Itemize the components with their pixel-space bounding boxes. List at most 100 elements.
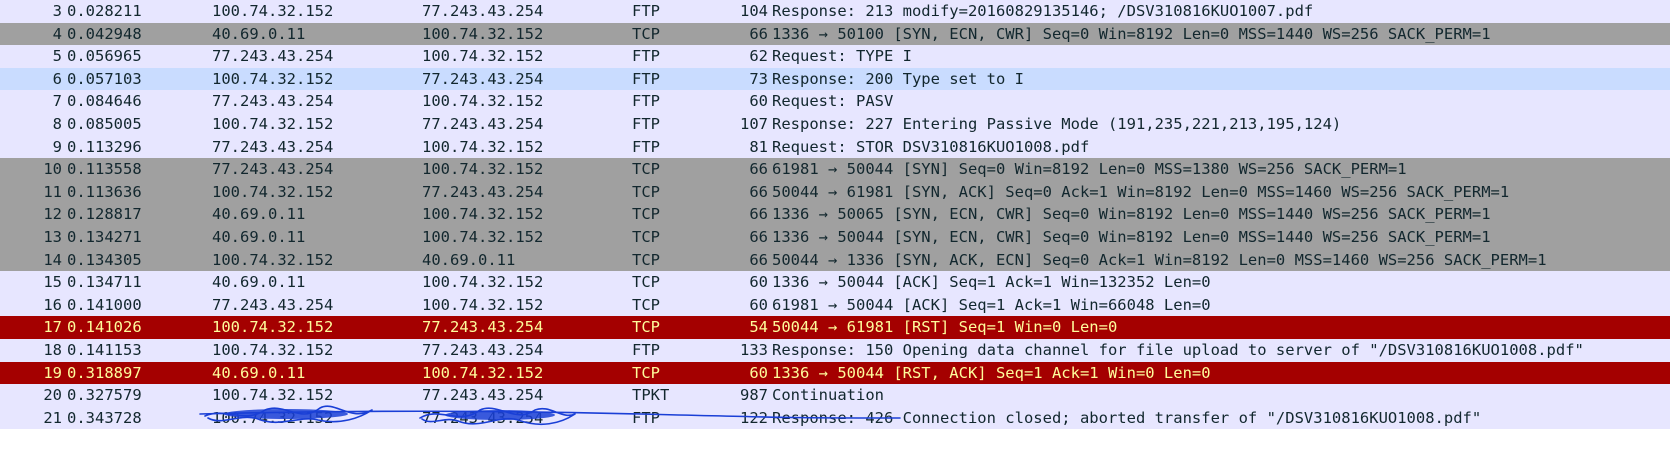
packet-number: 12 <box>43 205 62 224</box>
packet-info: 61981 → 50044 [ACK] Seq=1 Ack=1 Win=6604… <box>772 295 1211 314</box>
packet-info: Response: 426 Connection closed; aborted… <box>772 408 1482 427</box>
packet-destination: 100.74.32.152 <box>422 160 544 179</box>
packet-length: 66 <box>749 182 768 201</box>
packet-info: Request: TYPE I <box>772 47 912 66</box>
packet-info: 50044 → 61981 [SYN, ACK] Seq=0 Ack=1 Win… <box>772 182 1510 201</box>
packet-source: 40.69.0.11 <box>212 273 306 292</box>
packet-source: 77.243.43.254 <box>212 47 334 66</box>
packet-source: 40.69.0.11 <box>212 363 306 382</box>
packet-time: 0.343728 <box>67 408 142 427</box>
packet-time: 0.042948 <box>67 24 142 43</box>
packet-length: 73 <box>749 69 768 88</box>
packet-source: 100.74.32.152 <box>212 318 334 337</box>
packet-source: 100.74.32.152 <box>212 182 334 201</box>
packet-number: 5 <box>52 47 62 66</box>
packet-number: 16 <box>43 295 62 314</box>
packet-length: 66 <box>749 205 768 224</box>
packet-row[interactable]: 17 0.141026 100.74.32.152 77.243.43.254 TCP 5… <box>0 316 1670 339</box>
packet-row[interactable]: 11 0.113636 100.74.32.152 77.243.43.254 TCP 6… <box>0 180 1670 204</box>
packet-destination: 77.243.43.254 <box>422 2 544 20</box>
packet-time: 0.141026 <box>67 318 142 337</box>
packet-row[interactable]: 4 0.042948 40.69.0.11 100.74.32.152 TCP 66 133… <box>0 22 1670 46</box>
packet-source: 77.243.43.254 <box>212 160 334 179</box>
packet-number: 14 <box>43 250 62 269</box>
packet-info: Response: 200 Type set to I <box>772 69 1024 88</box>
packet-row[interactable]: 10 0.113558 77.243.43.254 100.74.32.152 TCP 6… <box>0 158 1670 181</box>
packet-length: 107 <box>740 114 768 133</box>
packet-row[interactable]: 14 0.134305 100.74.32.152 40.69.0.11 TCP 66 50… <box>0 248 1670 272</box>
packet-row[interactable]: 3 0.028211 100.74.32.152 77.243.43.254 FTP 10… <box>0 0 1670 23</box>
packet-destination: 100.74.32.152 <box>422 205 544 224</box>
packet-source: 40.69.0.11 <box>212 227 306 246</box>
packet-list: 3 0.028211 100.74.32.152 77.243.43.254 FTP 10… <box>0 0 1670 430</box>
packet-info: Request: PASV <box>772 92 894 111</box>
packet-row[interactable]: 21 0.343728 100.74.32.152 77.243.43.254 FTP 1… <box>0 406 1670 430</box>
packet-info: 1336 → 50044 [RST, ACK] Seq=1 Ack=1 Win=… <box>772 363 1211 382</box>
packet-time: 0.318897 <box>67 363 142 382</box>
packet-length: 122 <box>740 408 768 427</box>
packet-number: 20 <box>43 386 62 405</box>
packet-length: 62 <box>749 47 768 66</box>
packet-info: 1336 → 50044 [ACK] Seq=1 Ack=1 Win=13235… <box>772 273 1211 292</box>
packet-info: 50044 → 1336 [SYN, ACK, ECN] Seq=0 Ack=1… <box>772 250 1547 269</box>
packet-destination: 100.74.32.152 <box>422 92 544 111</box>
packet-destination: 77.243.43.254 <box>422 69 544 88</box>
packet-info: Response: 213 modify=20160829135146; /DS… <box>772 2 1314 20</box>
packet-number: 18 <box>43 340 62 359</box>
packet-number: 21 <box>43 408 62 427</box>
packet-time: 0.085005 <box>67 114 142 133</box>
packet-length: 60 <box>749 273 768 292</box>
packet-time: 0.134711 <box>67 273 142 292</box>
packet-destination: 77.243.43.254 <box>422 386 544 405</box>
packet-number: 7 <box>52 92 62 111</box>
packet-length: 60 <box>749 92 768 111</box>
packet-destination: 77.243.43.254 <box>422 114 544 133</box>
packet-row[interactable]: 8 0.085005 100.74.32.152 77.243.43.254 FTP 10… <box>0 112 1670 136</box>
packet-info: Response: 227 Entering Passive Mode (191… <box>772 114 1342 133</box>
packet-number: 9 <box>52 137 62 156</box>
packet-destination: 77.243.43.254 <box>422 318 544 337</box>
packet-info: Response: 150 Opening data channel for f… <box>772 340 1584 359</box>
packet-source: 100.74.32.152 <box>212 408 334 427</box>
packet-destination: 100.74.32.152 <box>422 24 544 43</box>
packet-length: 66 <box>749 160 768 179</box>
packet-length: 60 <box>749 295 768 314</box>
packet-number: 8 <box>52 114 62 133</box>
packet-time: 0.056965 <box>67 47 142 66</box>
packet-row[interactable]: 13 0.134271 40.69.0.11 100.74.32.152 TCP 66 13… <box>0 225 1670 249</box>
packet-destination: 100.74.32.152 <box>422 363 544 382</box>
packet-number: 15 <box>43 273 62 292</box>
packet-info: 1336 → 50065 [SYN, ECN, CWR] Seq=0 Win=8… <box>772 205 1491 224</box>
packet-row[interactable]: 5 0.056965 77.243.43.254 100.74.32.152 FTP 62… <box>0 45 1670 68</box>
packet-time: 0.028211 <box>67 2 142 20</box>
packet-row[interactable]: 9 0.113296 77.243.43.254 100.74.32.152 FTP 81… <box>0 135 1670 159</box>
packet-time: 0.113558 <box>67 160 142 179</box>
packet-row[interactable]: 18 0.141153 100.74.32.152 77.243.43.254 FTP 1… <box>0 338 1670 362</box>
packet-destination: 100.74.32.152 <box>422 47 544 66</box>
packet-row[interactable]: 19 0.318897 40.69.0.11 100.74.32.152 TCP 60 13… <box>0 361 1670 385</box>
packet-row[interactable]: 6 0.057103 100.74.32.152 77.243.43.254 FTP 73… <box>0 67 1670 91</box>
packet-length: 104 <box>740 2 768 20</box>
packet-source: 40.69.0.11 <box>212 205 306 224</box>
packet-source: 100.74.32.152 <box>212 386 334 405</box>
packet-length: 66 <box>749 24 768 43</box>
packet-row[interactable]: 12 0.128817 40.69.0.11 100.74.32.152 TCP 66 13… <box>0 203 1670 226</box>
packet-source: 100.74.32.152 <box>212 69 334 88</box>
packet-row[interactable]: 20 0.327579 100.74.32.152 77.243.43.254 TPKT… <box>0 384 1670 407</box>
packet-number: 4 <box>52 24 62 43</box>
packet-time: 0.141153 <box>67 340 142 359</box>
packet-number: 13 <box>43 227 62 246</box>
packet-destination: 77.243.43.254 <box>422 182 544 201</box>
packet-row[interactable]: 7 0.084646 77.243.43.254 100.74.32.152 FTP 60… <box>0 90 1670 113</box>
packet-info: Continuation <box>772 386 884 405</box>
packet-row[interactable]: 16 0.141000 77.243.43.254 100.74.32.152 TCP 6… <box>0 293 1670 317</box>
packet-row[interactable]: 15 0.134711 40.69.0.11 100.74.32.152 TCP 60 13… <box>0 271 1670 294</box>
packet-time: 0.113636 <box>67 182 142 201</box>
packet-time: 0.134271 <box>67 227 142 246</box>
packet-length: 133 <box>740 340 768 359</box>
packet-destination: 77.243.43.254 <box>422 408 544 427</box>
packet-time: 0.141000 <box>67 295 142 314</box>
packet-destination: 100.74.32.152 <box>422 137 544 156</box>
packet-source: 100.74.32.152 <box>212 250 334 269</box>
packet-time: 0.327579 <box>67 386 142 405</box>
